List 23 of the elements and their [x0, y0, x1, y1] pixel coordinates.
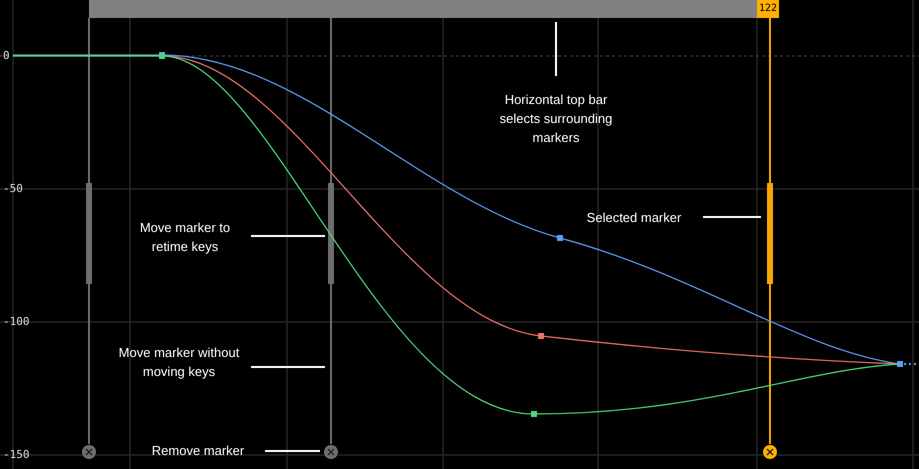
axis-label: -100: [3, 316, 30, 327]
annotation-text: Selected marker: [586, 209, 682, 227]
axis-label: 0: [3, 50, 10, 61]
selection-bar[interactable]: [89, 0, 757, 18]
close-icon: [766, 448, 774, 456]
annotation-text: Move marker to retime keys: [138, 219, 232, 256]
close-icon: [85, 448, 93, 456]
axis-label: -150: [3, 449, 30, 460]
axis-label: -50: [3, 183, 23, 194]
annotation-text: Move marker without moving keys: [118, 344, 240, 381]
annotation-text: Remove marker: [150, 442, 246, 460]
leader-line: [555, 22, 557, 76]
remove-marker-button[interactable]: [763, 445, 777, 459]
annotation-text: Horizontal top bar selects surrounding markers: [498, 91, 614, 147]
frame-label: 122: [757, 0, 780, 18]
marker-handle[interactable]: [328, 183, 334, 284]
remove-marker-button[interactable]: [324, 445, 338, 459]
leader-line: [703, 216, 761, 218]
leader-line: [265, 450, 320, 452]
close-icon: [327, 448, 335, 456]
marker-handle[interactable]: [86, 183, 92, 284]
marker-handle[interactable]: [767, 183, 773, 284]
remove-marker-button[interactable]: [82, 445, 96, 459]
